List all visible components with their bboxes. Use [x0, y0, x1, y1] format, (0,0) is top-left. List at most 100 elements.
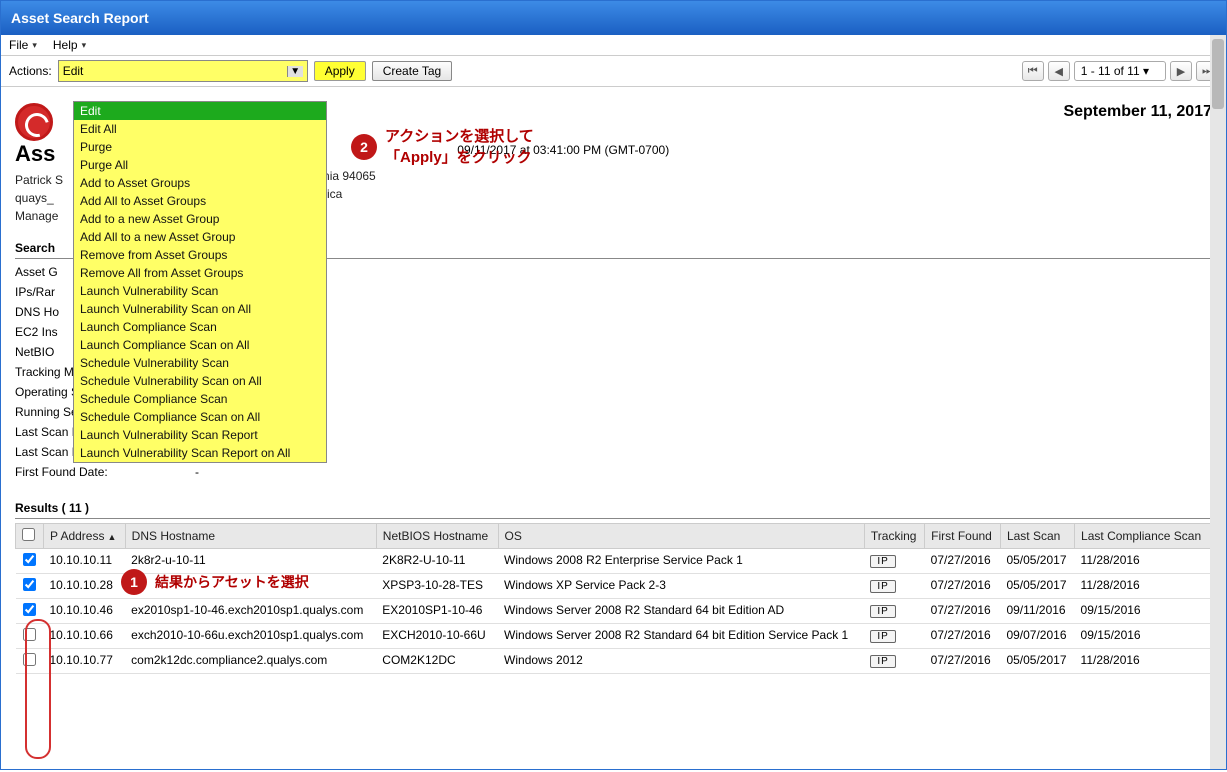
cell-dns: ex2010sp1-10-46.exch2010sp1.qualys.com — [125, 599, 376, 624]
column-header[interactable]: First Found — [925, 524, 1001, 549]
cell-dns: exch2010-10-66u.exch2010sp1.qualys.com — [125, 624, 376, 649]
pager-prev-button[interactable]: ◀ — [1048, 61, 1070, 81]
toolbar: Actions: Edit ▼ Apply Create Tag ⏮ ◀ 1 -… — [1, 56, 1226, 87]
actions-option[interactable]: Launch Vulnerability Scan — [74, 282, 326, 300]
cell-first: 07/27/2016 — [925, 574, 1001, 599]
column-header[interactable]: NetBIOS Hostname — [376, 524, 498, 549]
cell-last: 05/05/2017 — [1000, 649, 1074, 674]
actions-option[interactable]: Edit — [74, 102, 326, 120]
actions-select-value: Edit — [63, 64, 84, 78]
user-info: Patrick S quays_ Manage — [15, 171, 63, 225]
actions-option[interactable]: Schedule Vulnerability Scan — [74, 354, 326, 372]
row-checkbox[interactable] — [23, 603, 36, 616]
column-header[interactable]: Last Compliance Scan — [1075, 524, 1212, 549]
actions-option[interactable]: Add to a new Asset Group — [74, 210, 326, 228]
pager-range-select[interactable]: 1 - 11 of 11 ▾ — [1074, 61, 1166, 81]
report-title: Ass — [15, 141, 55, 166]
column-header[interactable]: DNS Hostname — [125, 524, 376, 549]
actions-dropdown[interactable]: EditEdit AllPurgePurge AllAdd to Asset G… — [73, 101, 327, 463]
table-row[interactable]: 10.10.10.66exch2010-10-66u.exch2010sp1.q… — [16, 624, 1212, 649]
cell-os: Windows 2008 R2 Enterprise Service Pack … — [498, 549, 864, 574]
vertical-scrollbar[interactable] — [1210, 35, 1226, 769]
criteria-label: First Found Date: — [15, 465, 195, 479]
cell-lastpc: 11/28/2016 — [1075, 549, 1212, 574]
actions-option[interactable]: Launch Vulnerability Scan Report — [74, 426, 326, 444]
menu-help[interactable]: Help — [53, 38, 86, 52]
callout-2-line2: 「Apply」をクリック — [385, 147, 534, 168]
cell-ip: 10.10.10.77 — [44, 649, 126, 674]
pager: ⏮ ◀ 1 - 11 of 11 ▾ ▶ ⏭ — [1022, 61, 1218, 81]
callout-2-badge: 2 — [351, 134, 377, 160]
cell-last: 05/05/2017 — [1000, 574, 1074, 599]
menu-file[interactable]: File — [9, 38, 37, 52]
column-header[interactable]: P Address▲ — [44, 524, 126, 549]
cell-first: 07/27/2016 — [925, 549, 1001, 574]
pager-first-button[interactable]: ⏮ — [1022, 61, 1044, 81]
window-title: Asset Search Report — [11, 10, 149, 26]
cell-lastpc: 09/15/2016 — [1075, 624, 1212, 649]
criteria-row: First Found Date:- — [15, 465, 1212, 479]
actions-option[interactable]: Schedule Vulnerability Scan on All — [74, 372, 326, 390]
tracking-badge: IP — [870, 580, 895, 593]
column-header[interactable]: Tracking — [864, 524, 924, 549]
cell-first: 07/27/2016 — [925, 624, 1001, 649]
actions-option[interactable]: Launch Vulnerability Scan Report on All — [74, 444, 326, 462]
row-checkbox[interactable] — [23, 578, 36, 591]
cell-os: Windows Server 2008 R2 Standard 64 bit E… — [498, 624, 864, 649]
addr-line-2: rica — [323, 185, 1063, 203]
cell-first: 07/27/2016 — [925, 599, 1001, 624]
select-all-checkbox[interactable] — [22, 528, 35, 541]
actions-option[interactable]: Purge — [74, 138, 326, 156]
callout-1-badge: 1 — [121, 569, 147, 595]
actions-option[interactable]: Remove All from Asset Groups — [74, 264, 326, 282]
column-header[interactable]: OS — [498, 524, 864, 549]
cell-first: 07/27/2016 — [925, 649, 1001, 674]
window-titlebar: Asset Search Report — [1, 1, 1226, 35]
column-header[interactable]: Last Scan — [1000, 524, 1074, 549]
row-checkbox[interactable] — [23, 553, 36, 566]
report-date: September 11, 2017 — [1063, 103, 1212, 121]
results-section-title: Results ( 11 ) — [15, 501, 1212, 519]
tracking-badge: IP — [870, 555, 895, 568]
actions-option[interactable]: Schedule Compliance Scan on All — [74, 408, 326, 426]
scrollbar-thumb[interactable] — [1212, 39, 1224, 109]
apply-button[interactable]: Apply — [314, 61, 366, 81]
create-tag-button[interactable]: Create Tag — [372, 61, 452, 81]
user-role: Manage — [15, 207, 63, 225]
callout-2: 2 アクションを選択して 「Apply」をクリック — [351, 126, 534, 168]
addr-line-1: nia 94065 — [323, 167, 1063, 185]
row-checkbox[interactable] — [23, 653, 36, 666]
actions-select[interactable]: Edit ▼ — [58, 60, 308, 82]
user-name: Patrick S — [15, 171, 63, 189]
cell-lastpc: 11/28/2016 — [1075, 649, 1212, 674]
cell-tracking: IP — [864, 599, 924, 624]
cell-tracking: IP — [864, 574, 924, 599]
cell-last: 09/11/2016 — [1000, 599, 1074, 624]
cell-dns: com2k12dc.compliance2.qualys.com — [125, 649, 376, 674]
chevron-down-icon: ▼ — [287, 66, 303, 77]
actions-option[interactable]: Edit All — [74, 120, 326, 138]
actions-option[interactable]: Add All to a new Asset Group — [74, 228, 326, 246]
cell-ip: 10.10.10.66 — [44, 624, 126, 649]
row-checkbox[interactable] — [23, 628, 36, 641]
pager-next-button[interactable]: ▶ — [1170, 61, 1192, 81]
actions-option[interactable]: Purge All — [74, 156, 326, 174]
actions-option[interactable]: Launch Compliance Scan — [74, 318, 326, 336]
cell-os: Windows 2012 — [498, 649, 864, 674]
actions-label: Actions: — [9, 64, 52, 78]
actions-option[interactable]: Schedule Compliance Scan — [74, 390, 326, 408]
actions-option[interactable]: Remove from Asset Groups — [74, 246, 326, 264]
actions-option[interactable]: Add All to Asset Groups — [74, 192, 326, 210]
brand-logo-icon — [15, 103, 53, 141]
actions-option[interactable]: Launch Compliance Scan on All — [74, 336, 326, 354]
cell-last: 05/05/2017 — [1000, 549, 1074, 574]
actions-option[interactable]: Launch Vulnerability Scan on All — [74, 300, 326, 318]
cell-netbios: EXCH2010-10-66U — [376, 624, 498, 649]
callout-1-text: 結果からアセットを選択 — [155, 572, 309, 592]
column-header[interactable] — [16, 524, 44, 549]
table-row[interactable]: 10.10.10.77com2k12dc.compliance2.qualys.… — [16, 649, 1212, 674]
menubar: File Help — [1, 35, 1226, 56]
actions-option[interactable]: Add to Asset Groups — [74, 174, 326, 192]
table-row[interactable]: 10.10.10.46ex2010sp1-10-46.exch2010sp1.q… — [16, 599, 1212, 624]
callout-2-line1: アクションを選択して — [385, 126, 534, 147]
